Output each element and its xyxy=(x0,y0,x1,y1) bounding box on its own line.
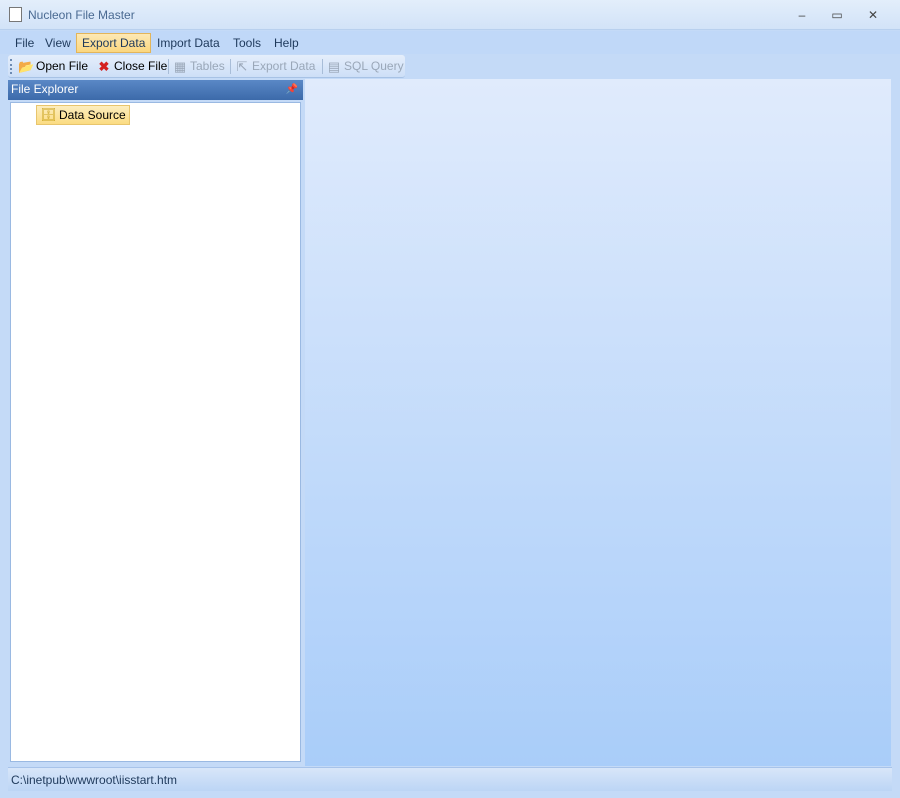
status-path: C:\inetpub\wwwroot\iisstart.htm xyxy=(11,773,178,787)
title-bar: Nucleon File Master – ▭ ✕ xyxy=(0,0,900,30)
toolbar-grip[interactable] xyxy=(10,59,13,74)
pin-icon[interactable]: 📌 xyxy=(286,80,298,99)
open-file-button[interactable]: 📂 Open File xyxy=(18,58,88,75)
close-x-icon: ✖ xyxy=(98,58,110,74)
close-file-button[interactable]: ✖ Close File xyxy=(96,58,168,75)
document-icon: ▤ xyxy=(327,58,341,74)
tables-label: Tables xyxy=(190,59,225,73)
menu-file[interactable]: File xyxy=(10,33,39,53)
file-explorer-tree: 🗄 Data Source xyxy=(10,102,301,762)
sql-query-label: SQL Query xyxy=(344,59,404,73)
status-bar: C:\inetpub\wwwroot\iisstart.htm xyxy=(8,767,892,791)
menu-export-data[interactable]: Export Data xyxy=(76,33,152,53)
open-file-label: Open File xyxy=(36,59,89,73)
open-folder-icon: 📂 xyxy=(18,58,35,74)
database-icon: 🗄 xyxy=(40,107,57,122)
export-data-button[interactable]: ⇱ Export Data xyxy=(234,58,316,75)
menu-help[interactable]: Help xyxy=(269,33,304,53)
menu-tools[interactable]: Tools xyxy=(228,33,266,53)
window-title: Nucleon File Master xyxy=(28,8,135,22)
file-explorer-header: File Explorer 📌 xyxy=(8,80,303,100)
menu-view[interactable]: View xyxy=(40,33,76,53)
close-file-label: Close File xyxy=(114,59,168,73)
main-workspace xyxy=(305,79,891,766)
maximize-button[interactable]: ▭ xyxy=(825,6,849,24)
export-data-label: Export Data xyxy=(252,59,316,73)
toolbar: 📂 Open File ✖ Close File ▦ Tables ⇱ Export D… xyxy=(8,55,405,78)
minimize-button[interactable]: – xyxy=(790,6,814,24)
menu-import-data[interactable]: Import Data xyxy=(152,33,225,53)
tree-node-label: Data Source xyxy=(59,108,126,122)
separator xyxy=(322,59,323,74)
menu-bar: File View Export Data Import Data Tools … xyxy=(0,31,900,54)
panel-title: File Explorer xyxy=(11,82,79,96)
separator xyxy=(230,59,231,74)
app-icon xyxy=(9,7,22,22)
separator xyxy=(168,59,169,74)
sql-query-button[interactable]: ▤ SQL Query xyxy=(326,58,404,75)
export-icon: ⇱ xyxy=(236,58,248,74)
tree-node-data-source[interactable]: 🗄 Data Source xyxy=(36,105,130,125)
close-button[interactable]: ✕ xyxy=(861,6,885,24)
table-icon: ▦ xyxy=(173,58,187,74)
tables-button[interactable]: ▦ Tables xyxy=(172,58,225,75)
